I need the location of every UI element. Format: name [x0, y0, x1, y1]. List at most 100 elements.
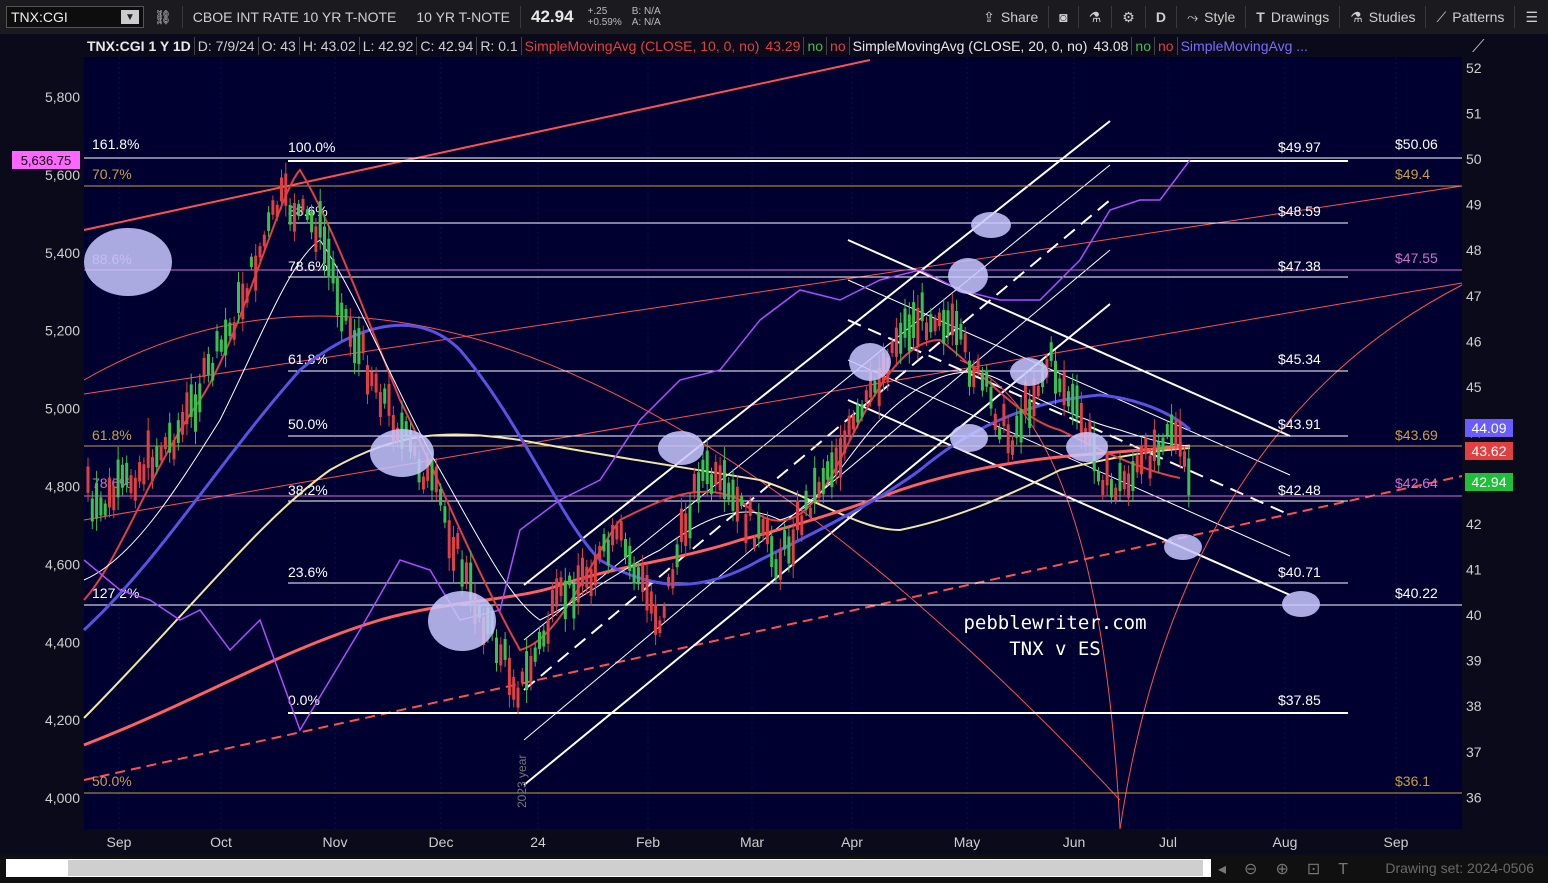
bar-close: C: 42.94: [417, 37, 478, 55]
drawings-button[interactable]: T Drawings: [1246, 9, 1339, 25]
period-button[interactable]: D: [1146, 9, 1176, 25]
fib-level-label: $42.48: [1278, 482, 1321, 498]
candle-body: [955, 311, 959, 346]
share-button[interactable]: ⇪ Share: [973, 9, 1048, 26]
bar-low: L: 42.92: [360, 37, 418, 55]
watermark-subtitle: TNX v ES: [1009, 638, 1101, 660]
candle-body: [1122, 471, 1126, 490]
style-button[interactable]: ⤳ Style: [1177, 9, 1245, 26]
left-axis-tick: 5,400: [45, 245, 80, 261]
candle-body: [890, 341, 894, 354]
candle-body: [163, 436, 167, 450]
right-axis-tick: 37: [1466, 744, 1482, 760]
chevron-down-icon[interactable]: ▼: [121, 10, 139, 24]
scrollbar-thumb[interactable]: [68, 860, 1203, 876]
studies-button[interactable]: ⚗ Studies: [1340, 9, 1425, 26]
candle-body: [202, 357, 206, 378]
target-ellipse: [1164, 534, 1202, 560]
candle-body: [499, 644, 503, 666]
symbol-description: CBOE INT RATE 10 YR T-NOTE: [192, 9, 397, 25]
menu-button[interactable]: ☰: [1515, 9, 1548, 26]
candle-body: [189, 384, 193, 418]
candle-body: [606, 539, 610, 566]
candle-body: [370, 371, 374, 387]
candle-body: [641, 564, 645, 593]
candle-body: [1066, 391, 1070, 407]
candle-body: [181, 411, 185, 435]
sma20-label[interactable]: SimpleMovingAvg (CLOSE, 20, 0, no): [850, 37, 1091, 55]
candle-body: [305, 209, 309, 220]
x-axis-label: Mar: [740, 834, 764, 850]
candle-body: [168, 422, 172, 453]
year-marker: 2023 year: [515, 755, 529, 808]
candle-body: [262, 234, 266, 247]
candle-body: [125, 462, 129, 486]
snapshot-button[interactable]: ◙: [1049, 9, 1077, 25]
candle-body: [1101, 479, 1105, 495]
drawings-label: Drawings: [1270, 9, 1330, 25]
candle-body: [254, 255, 258, 291]
fib-far-label: $36.1: [1395, 773, 1430, 789]
candle-body: [1028, 399, 1032, 428]
symbol-selector[interactable]: TNX:CGI ▼: [6, 6, 144, 28]
sma10-flag-down: no: [827, 37, 850, 55]
fib-mid-label: 50.0%: [288, 416, 328, 432]
candle-body: [821, 467, 825, 495]
fib-level-label: $37.85: [1278, 692, 1321, 708]
hamburger-icon: ☰: [1525, 8, 1538, 25]
sma10-label[interactable]: SimpleMovingAvg (CLOSE, 10, 0, no): [522, 37, 763, 55]
settings-button[interactable]: ⚙: [1112, 9, 1145, 26]
left-axis-tick: 5,800: [45, 89, 80, 105]
top-toolbar: TNX:CGI ▼ ⛓ CBOE INT RATE 10 YR T-NOTE 1…: [0, 0, 1548, 35]
candle-body: [791, 529, 795, 566]
candle-body: [112, 485, 116, 511]
candle-body: [275, 204, 279, 218]
right-axis-tick: 41: [1466, 561, 1482, 577]
x-axis-label: Dec: [429, 834, 454, 850]
percent-change: +0.59%: [587, 17, 622, 28]
candle-body: [817, 481, 821, 498]
candle-body: [998, 427, 1002, 440]
lab-button[interactable]: ⚗: [1079, 9, 1112, 26]
right-axis-tick: 39: [1466, 653, 1482, 669]
candle-body: [1178, 420, 1182, 457]
candle-body: [280, 177, 283, 202]
candle-body: [619, 521, 623, 541]
candle-body: [581, 557, 584, 586]
chart-canvas[interactable]: 161.8%70.7%88.6%61.8%78.6%127.2%50.0%100…: [0, 34, 1548, 855]
candle-body: [1148, 455, 1152, 479]
candle-body: [452, 537, 455, 571]
fib-far-label: $47.55: [1395, 250, 1438, 266]
candle-body: [899, 322, 903, 354]
link-icon[interactable]: ⛓: [144, 9, 182, 26]
candle-body: [662, 606, 666, 618]
sma-next-label[interactable]: SimpleMovingAvg ...: [1178, 37, 1311, 55]
patterns-button[interactable]: ⟋ Patterns: [1426, 9, 1514, 26]
candle-body: [383, 388, 387, 404]
candle-body: [224, 319, 228, 356]
candle-body: [344, 308, 348, 321]
candle-body: [989, 386, 993, 409]
candle-body: [946, 310, 950, 336]
patterns-icon: ⟋: [1436, 8, 1447, 25]
candle-body: [546, 619, 550, 644]
candle-body: [980, 372, 984, 391]
right-axis-tick: 45: [1466, 379, 1482, 395]
zoom-controls[interactable]: ◂⊖⊕⊡T: [1218, 859, 1366, 879]
x-axis-label: Aug: [1273, 834, 1298, 850]
right-axis-tick: 48: [1466, 242, 1482, 258]
candle-body: [624, 538, 627, 558]
candle-body: [533, 647, 537, 662]
candle-body: [1131, 461, 1135, 491]
candle-body: [133, 477, 137, 501]
collapse-icon[interactable]: ⟋: [1472, 36, 1485, 56]
candle-body: [808, 507, 812, 518]
time-scrollbar[interactable]: [6, 859, 1211, 877]
candle-body: [800, 515, 804, 536]
fib-left-label: 70.7%: [92, 166, 132, 182]
candle-body: [159, 446, 163, 461]
left-axis-tick: 5,000: [45, 401, 80, 417]
candle-body: [129, 475, 133, 494]
candle-body: [447, 520, 451, 559]
candle-body: [1105, 452, 1109, 486]
